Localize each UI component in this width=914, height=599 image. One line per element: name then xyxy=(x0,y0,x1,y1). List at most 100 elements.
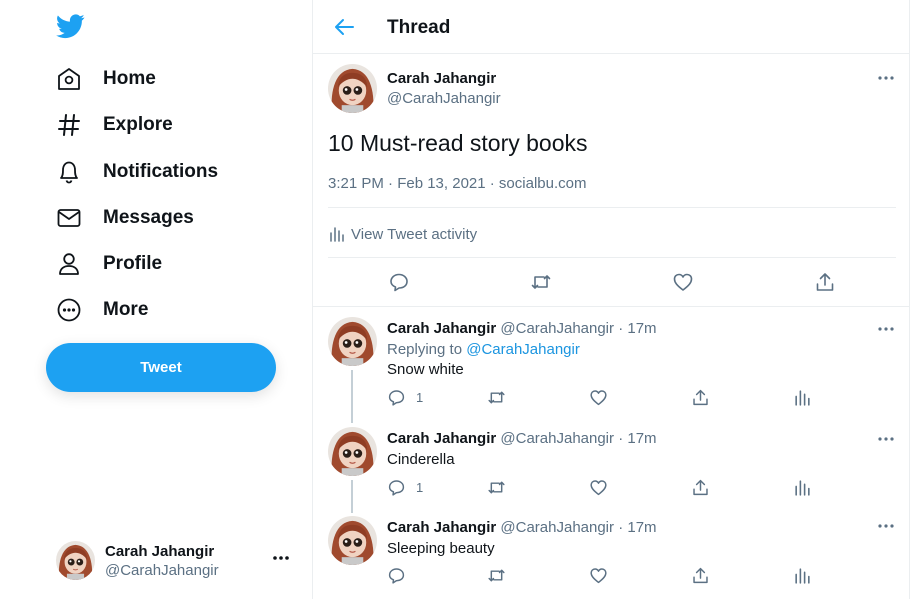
more-dots-icon[interactable] xyxy=(877,434,895,444)
header: Thread xyxy=(313,0,910,54)
tweet-text: 10 Must-read story books xyxy=(328,130,588,156)
nav-more[interactable]: More xyxy=(56,297,148,323)
retweet-icon xyxy=(487,478,506,497)
avatar[interactable] xyxy=(328,317,377,366)
reply-header: Carah Jahangir @CarahJahangir · 17m xyxy=(387,320,657,337)
author-handle[interactable]: @CarahJahangir xyxy=(387,90,501,107)
analytics-icon xyxy=(793,388,812,407)
retweet-button[interactable] xyxy=(487,478,506,497)
reply-button[interactable]: 1 xyxy=(387,388,423,407)
author-name[interactable]: Carah Jahangir xyxy=(387,519,496,536)
nav-messages[interactable]: Messages xyxy=(56,205,194,231)
retweet-icon xyxy=(487,388,506,407)
separator: · xyxy=(618,430,624,447)
share-button[interactable] xyxy=(691,388,710,407)
like-button[interactable] xyxy=(589,566,608,585)
share-button[interactable] xyxy=(691,566,710,585)
more-dots-icon[interactable] xyxy=(877,521,895,531)
tweet-button[interactable]: Tweet xyxy=(46,343,276,392)
avatar[interactable] xyxy=(328,427,377,476)
tweet-meta: 3:21 PM · Feb 13, 2021 · socialbu.com xyxy=(328,175,587,192)
account-name: Carah Jahangir xyxy=(105,543,215,560)
main-tweet: Carah Jahangir @CarahJahangir 10 Must-re… xyxy=(313,55,910,307)
more-dots-icon[interactable] xyxy=(877,324,895,334)
reply-tweet[interactable]: Carah Jahangir @CarahJahangir · 17m Cind… xyxy=(313,427,910,513)
person-icon xyxy=(56,251,82,277)
author-handle[interactable]: @CarahJahangir xyxy=(500,519,614,536)
tweet-text: Snow white xyxy=(387,361,464,378)
author-handle[interactable]: @CarahJahangir xyxy=(500,320,614,337)
nav-home-label: Home xyxy=(103,68,156,89)
envelope-icon xyxy=(56,205,82,231)
thread-line xyxy=(351,480,353,513)
like-button[interactable] xyxy=(589,388,608,407)
analytics-icon xyxy=(793,566,812,585)
analytics-button[interactable] xyxy=(793,388,812,407)
like-icon xyxy=(589,566,608,585)
share-icon xyxy=(691,388,710,407)
retweet-button[interactable] xyxy=(487,566,506,585)
twitter-bird-icon[interactable] xyxy=(56,14,85,39)
view-tweet-activity-link[interactable]: View Tweet activity xyxy=(328,225,477,243)
like-button[interactable] xyxy=(589,478,608,497)
nav-notifications[interactable]: Notifications xyxy=(56,159,218,185)
avatar[interactable] xyxy=(328,64,377,113)
nav-home[interactable]: Home xyxy=(56,66,156,92)
tweet-text: Cinderella xyxy=(387,451,455,468)
more-circle-icon xyxy=(56,297,82,323)
reply-icon[interactable] xyxy=(388,271,410,293)
analytics-icon xyxy=(793,478,812,497)
page-title: Thread xyxy=(387,17,451,38)
bell-icon xyxy=(56,159,82,185)
timestamp[interactable]: 17m xyxy=(627,430,656,447)
reply-icon xyxy=(387,388,406,407)
reply-header: Carah Jahangir @CarahJahangir · 17m xyxy=(387,519,657,536)
retweet-button[interactable] xyxy=(487,388,506,407)
more-dots-icon[interactable] xyxy=(877,73,895,83)
tweet-text: Sleeping beauty xyxy=(387,540,495,557)
reply-header: Carah Jahangir @CarahJahangir · 17m xyxy=(387,430,657,447)
analytics-button[interactable] xyxy=(793,478,812,497)
author-name[interactable]: Carah Jahangir xyxy=(387,70,496,87)
timestamp[interactable]: 17m xyxy=(627,320,656,337)
like-icon xyxy=(589,478,608,497)
analytics-icon xyxy=(328,225,346,243)
author-name[interactable]: Carah Jahangir xyxy=(387,320,496,337)
reply-button[interactable] xyxy=(387,566,406,585)
replying-to: Replying to @CarahJahangir xyxy=(387,341,580,358)
divider xyxy=(328,207,896,208)
author-handle[interactable]: @CarahJahangir xyxy=(500,430,614,447)
avatar[interactable] xyxy=(328,516,377,565)
mention-link[interactable]: @CarahJahangir xyxy=(466,341,580,358)
divider xyxy=(328,257,896,258)
nav-profile[interactable]: Profile xyxy=(56,251,162,277)
account-switcher[interactable]: Carah Jahangir @CarahJahangir xyxy=(56,540,296,582)
analytics-button[interactable] xyxy=(793,566,812,585)
reply-tweet[interactable]: Carah Jahangir @CarahJahangir · 17m Slee… xyxy=(313,516,910,599)
retweet-icon[interactable] xyxy=(530,271,552,293)
reply-button[interactable]: 1 xyxy=(387,478,423,497)
reply-icon xyxy=(387,478,406,497)
main-column: Thread Carah Jahangir @CarahJahangir 10 … xyxy=(312,0,910,599)
view-tweet-activity-label: View Tweet activity xyxy=(351,225,478,243)
avatar xyxy=(56,541,95,580)
nav-more-label: More xyxy=(103,299,149,320)
nav-messages-label: Messages xyxy=(103,207,194,228)
like-icon xyxy=(589,388,608,407)
share-icon[interactable] xyxy=(814,271,836,293)
account-handle: @CarahJahangir xyxy=(105,562,219,579)
reply-count: 1 xyxy=(416,390,424,405)
reply-tweet[interactable]: Carah Jahangir @CarahJahangir · 17m Repl… xyxy=(313,317,910,423)
nav-explore[interactable]: Explore xyxy=(56,112,173,138)
timestamp[interactable]: 17m xyxy=(627,519,656,536)
thread-line xyxy=(351,370,353,423)
share-button[interactable] xyxy=(691,478,710,497)
back-arrow-icon[interactable] xyxy=(333,17,355,37)
author-name[interactable]: Carah Jahangir xyxy=(387,430,496,447)
share-icon xyxy=(691,566,710,585)
replying-to-prefix: Replying to xyxy=(387,341,463,358)
more-dots-icon[interactable] xyxy=(272,553,290,563)
separator: · xyxy=(618,519,624,536)
nav-notifications-label: Notifications xyxy=(103,161,219,182)
like-icon[interactable] xyxy=(672,271,694,293)
